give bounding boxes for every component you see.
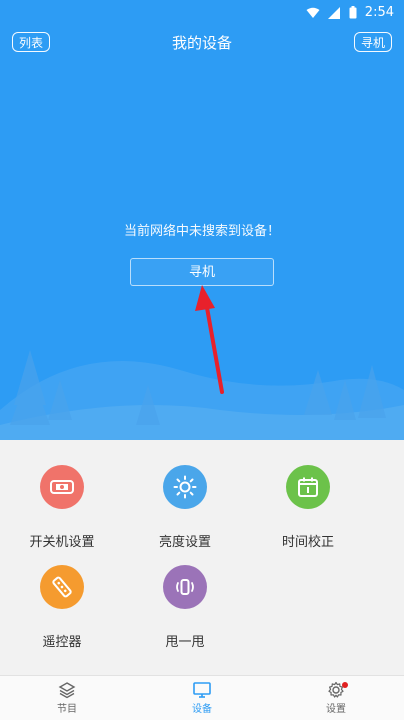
landscape-illustration [0, 350, 404, 440]
battery-icon [349, 6, 357, 19]
monitor-icon [193, 682, 211, 698]
notification-badge [342, 682, 348, 688]
signal-icon [327, 6, 340, 19]
tab-programs[interactable]: 节目 [27, 680, 107, 715]
tab-settings[interactable]: 设置 [296, 680, 376, 715]
top-bar: 列表 我的设备 寻机 [0, 28, 404, 58]
sun-icon [163, 465, 207, 509]
shake-icon [163, 565, 207, 609]
wifi-icon [306, 7, 320, 18]
power-schedule-label: 开关机设置 [29, 535, 95, 550]
find-device-header-button[interactable]: 寻机 [353, 32, 392, 52]
bottom-tab-bar: 节目 设备 设置 [0, 675, 404, 720]
status-bar: 2:54 [0, 0, 404, 26]
tab-settings-label: 设置 [326, 704, 346, 715]
layers-icon [58, 682, 76, 699]
brightness-item[interactable]: 亮度设置 [125, 465, 245, 550]
page-title: 我的设备 [171, 34, 232, 52]
remote-icon [40, 565, 84, 609]
remote-label: 遥控器 [42, 635, 82, 650]
function-grid: 开关机设置 亮度设置 时间校正 遥控器 甩一甩 [0, 440, 404, 675]
status-icons: 2:54 [306, 5, 394, 20]
tab-programs-label: 节目 [57, 704, 77, 715]
time-correction-item[interactable]: 时间校正 [248, 465, 368, 550]
status-time: 2:54 [364, 5, 394, 20]
app-screen: 2:54 列表 我的设备 寻机 当前网络中未搜索到设备！ 寻机 开关机设置 亮度… [0, 0, 404, 720]
time-correction-label: 时间校正 [281, 535, 334, 550]
power-schedule-item[interactable]: 开关机设置 [2, 465, 122, 550]
power-schedule-icon [40, 465, 84, 509]
remote-item[interactable]: 遥控器 [2, 565, 122, 650]
shake-label: 甩一甩 [165, 635, 205, 650]
tab-devices[interactable]: 设备 [162, 680, 242, 715]
calendar-icon [286, 465, 330, 509]
brightness-label: 亮度设置 [158, 535, 211, 550]
tab-devices-label: 设备 [192, 704, 212, 715]
no-device-message: 当前网络中未搜索到设备！ [123, 224, 280, 239]
find-device-button[interactable]: 寻机 [130, 258, 274, 286]
device-hero: 2:54 列表 我的设备 寻机 当前网络中未搜索到设备！ 寻机 [0, 0, 404, 440]
shake-item[interactable]: 甩一甩 [125, 565, 245, 650]
